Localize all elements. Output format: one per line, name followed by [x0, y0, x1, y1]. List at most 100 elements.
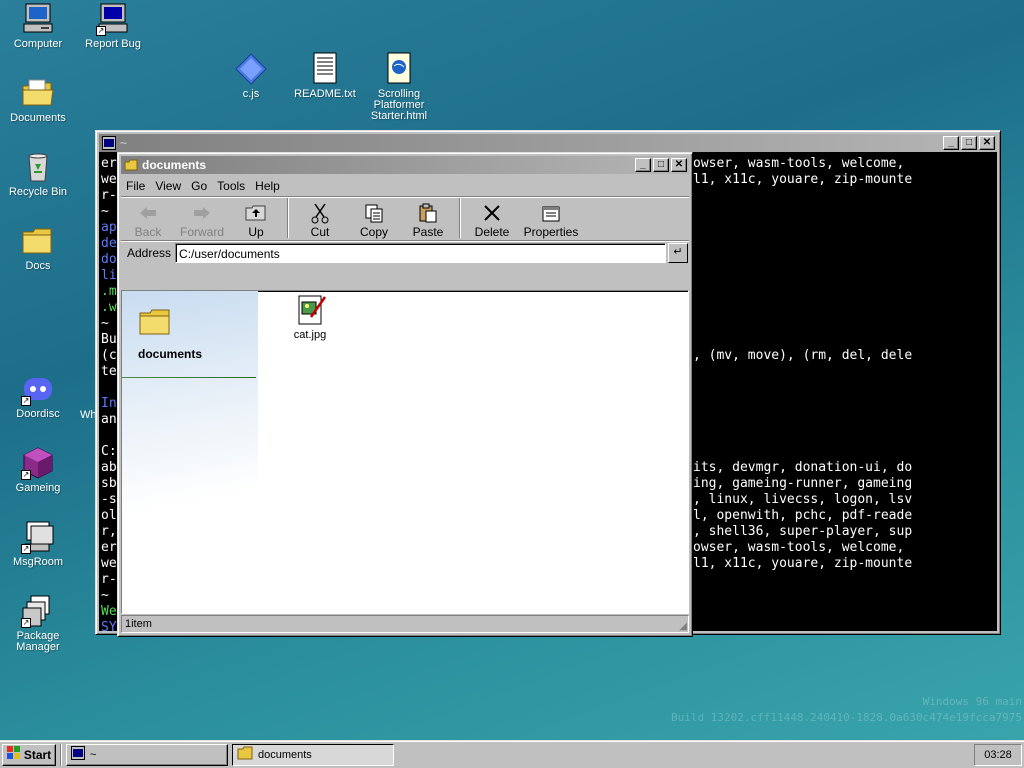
taskbar-button-label: documents [258, 748, 312, 761]
build-watermark-line1: Windows 96 main [922, 695, 1022, 708]
status-text: 1item [125, 618, 152, 630]
shortcut-arrow-icon: ↗ [96, 26, 106, 36]
taskbar-separator [60, 743, 62, 766]
desktop-icon-docs[interactable]: Docs [0, 224, 76, 272]
terminal-titlebar[interactable]: ~ _ □ ✕ [99, 134, 997, 152]
desktop-icon-label: Package Manager [16, 630, 60, 653]
explorer-toolbar: Back Forward Up Cut Copy Paste Delete Pr… [121, 196, 689, 240]
shortcut-arrow-icon: ↗ [21, 396, 31, 406]
folder-open-icon [21, 76, 55, 110]
terminal-line: ap [101, 220, 117, 235]
start-button[interactable]: Start [2, 743, 56, 766]
terminal-icon [71, 746, 85, 763]
terminal-icon [102, 136, 116, 150]
menu-help[interactable]: Help [250, 179, 285, 193]
terminal-line: de [101, 236, 117, 251]
terminal-line: li [101, 268, 117, 283]
report-bug-icon: ↗ [96, 2, 130, 36]
clock[interactable]: 03:28 [984, 749, 1012, 761]
msgroom-icon: ↗ [21, 520, 55, 554]
minimize-button[interactable]: _ [943, 136, 959, 150]
back-button[interactable]: Back [121, 201, 175, 239]
desktop-icon-label: Computer [13, 38, 63, 50]
forward-button[interactable]: Forward [175, 201, 229, 239]
properties-button[interactable]: Properties [519, 201, 583, 239]
paste-icon [401, 201, 455, 225]
explorer-titlebar[interactable]: documents _ □ ✕ [121, 156, 689, 174]
windows-logo-icon [6, 746, 21, 763]
cut-button[interactable]: Cut [293, 201, 347, 239]
terminal-line: , shell36, super-player, sup [693, 524, 913, 539]
desktop-icon-msgroom[interactable]: ↗ MsgRoom [0, 520, 76, 568]
image-file-icon [293, 293, 327, 327]
desktop-icon-recycle-bin[interactable]: Recycle Bin [0, 150, 76, 198]
folder-icon [124, 158, 138, 172]
folder-icon [21, 224, 55, 258]
folder-icon [237, 746, 253, 763]
up-button[interactable]: Up [229, 201, 283, 239]
properties-label: Properties [523, 225, 579, 239]
sidebar-title: documents [138, 347, 203, 361]
terminal-line: ab [101, 460, 117, 475]
toolbar-separator [287, 198, 289, 238]
menu-view[interactable]: View [150, 179, 186, 193]
desktop-icon-documents[interactable]: Documents [0, 76, 76, 124]
desktop-icon-doordisc[interactable]: ↗ Doordisc [0, 372, 76, 420]
delete-button[interactable]: Delete [465, 201, 519, 239]
terminal-line: r- [101, 188, 117, 203]
address-input[interactable]: C:/user/documents [175, 242, 666, 263]
close-button[interactable]: ✕ [671, 158, 687, 172]
menu-tools[interactable]: Tools [212, 179, 250, 193]
minimize-button[interactable]: _ [635, 158, 651, 172]
desktop-icon-computer[interactable]: Computer [0, 2, 76, 50]
menu-file[interactable]: File [121, 179, 150, 193]
address-go-button[interactable]: ↵ [668, 242, 688, 263]
delete-label: Delete [474, 225, 510, 239]
terminal-line: -s [101, 492, 117, 507]
file-item-cat-jpg[interactable]: cat.jpg [282, 293, 338, 341]
folder-up-icon [229, 201, 283, 225]
maximize-button[interactable]: □ [653, 158, 669, 172]
desktop-icon-report-bug[interactable]: ↗ Report Bug [75, 2, 151, 50]
address-label: Address [127, 245, 172, 260]
desktop-icon-scrolling-platformer[interactable]: Scrolling Platformer Starter.html [361, 52, 437, 122]
desktop-icon-gameing[interactable]: ↗ Gameing [0, 446, 76, 494]
close-button[interactable]: ✕ [979, 136, 995, 150]
menu-go[interactable]: Go [186, 179, 212, 193]
terminal-line: , linux, livecss, logon, lsv [693, 492, 913, 507]
explorer-window[interactable]: documents _ □ ✕ File View Go Tools Help … [117, 152, 693, 637]
desktop-icon-label: MsgRoom [12, 556, 64, 568]
computer-icon [21, 2, 55, 36]
file-view[interactable]: documents cat.jpg [121, 290, 689, 614]
terminal-line: we [101, 172, 117, 187]
paste-button[interactable]: Paste [401, 201, 455, 239]
go-arrow-icon: ↵ [673, 245, 683, 258]
desktop-icon-package-manager[interactable]: ↗ Package Manager [0, 594, 76, 653]
maximize-button[interactable]: □ [961, 136, 977, 150]
desktop-icon-label: Gameing [15, 482, 61, 494]
start-label: Start [23, 747, 52, 762]
terminal-line: te [101, 364, 117, 379]
terminal-line: owser, wasm-tools, welcome, [693, 156, 905, 171]
terminal-line: er [101, 156, 117, 171]
desktop-icon-label: Report Bug [85, 38, 141, 50]
copy-button[interactable]: Copy [347, 201, 401, 239]
forward-arrow-icon [175, 201, 229, 225]
desktop-icon-c-js[interactable]: c.js [213, 52, 289, 100]
terminal-line: C: [101, 444, 117, 459]
desktop-icon-label: c.js [242, 88, 260, 100]
forward-label: Forward [179, 225, 224, 239]
resize-grip-icon[interactable]: ◢ [679, 621, 687, 632]
terminal-title: ~ [120, 136, 128, 150]
status-bar: 1item ◢ [121, 615, 689, 633]
sidebar-folder-icon [138, 307, 172, 340]
back-label: Back [134, 225, 162, 239]
taskbar-button-documents[interactable]: documents [232, 743, 394, 766]
desktop-icon-label: Recycle Bin [8, 186, 68, 198]
terminal-line: Bu [101, 332, 117, 347]
desktop-icon-label: Scrolling Platformer Starter.html [370, 88, 428, 122]
address-bar: Address C:/user/documents ↵ [121, 240, 689, 264]
desktop-icon-readme[interactable]: README.txt [287, 52, 363, 100]
shortcut-arrow-icon: ↗ [21, 470, 31, 480]
taskbar-button-terminal[interactable]: ~ [66, 743, 228, 766]
